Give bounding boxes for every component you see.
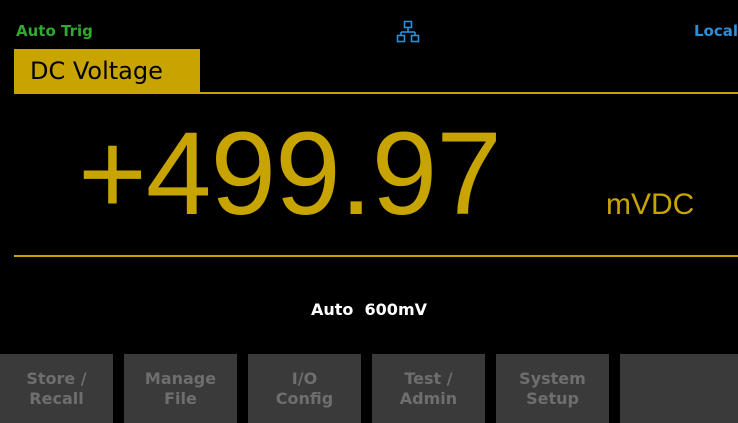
measurement-unit: mVDC [606,188,695,221]
softkey-label-line2: Recall [29,388,84,408]
softkey-store-recall[interactable]: Store / Recall [0,354,113,423]
range-indicator: Auto 600mV [310,300,427,319]
softkey-label-line1: Manage [144,368,217,388]
softkey-blank[interactable] [620,354,738,423]
remote-state-indicator: Local [693,22,738,40]
softkey-label-line2: File [164,388,197,408]
function-name: DC Voltage [30,57,163,85]
softkey-label-line1: Test / [404,368,453,388]
status-bar: Auto Trig Local [0,0,738,43]
softkey-label-line2: Setup [526,388,579,408]
function-divider [14,92,738,94]
lan-icon [396,20,420,43]
softkey-label-line1: I/O [291,368,318,388]
softkey-manage-file[interactable]: Manage File [124,354,237,423]
function-label: DC Voltage [14,49,200,93]
softkey-test-admin[interactable]: Test / Admin [372,354,485,423]
reading-divider [14,255,738,257]
trigger-mode-indicator: Auto Trig [16,22,93,40]
softkey-system-setup[interactable]: System Setup [496,354,609,423]
softkey-io-config[interactable]: I/O Config [248,354,361,423]
softkey-bar: Store / Recall Manage File I/O Config Te… [0,354,738,423]
softkey-label-line1: System [519,368,586,388]
softkey-label-line2: Config [275,388,334,408]
softkey-label-line1: Store / [26,368,87,388]
softkey-label-line2: Admin [399,388,458,408]
measurement-reading: +499.97 [78,108,502,240]
